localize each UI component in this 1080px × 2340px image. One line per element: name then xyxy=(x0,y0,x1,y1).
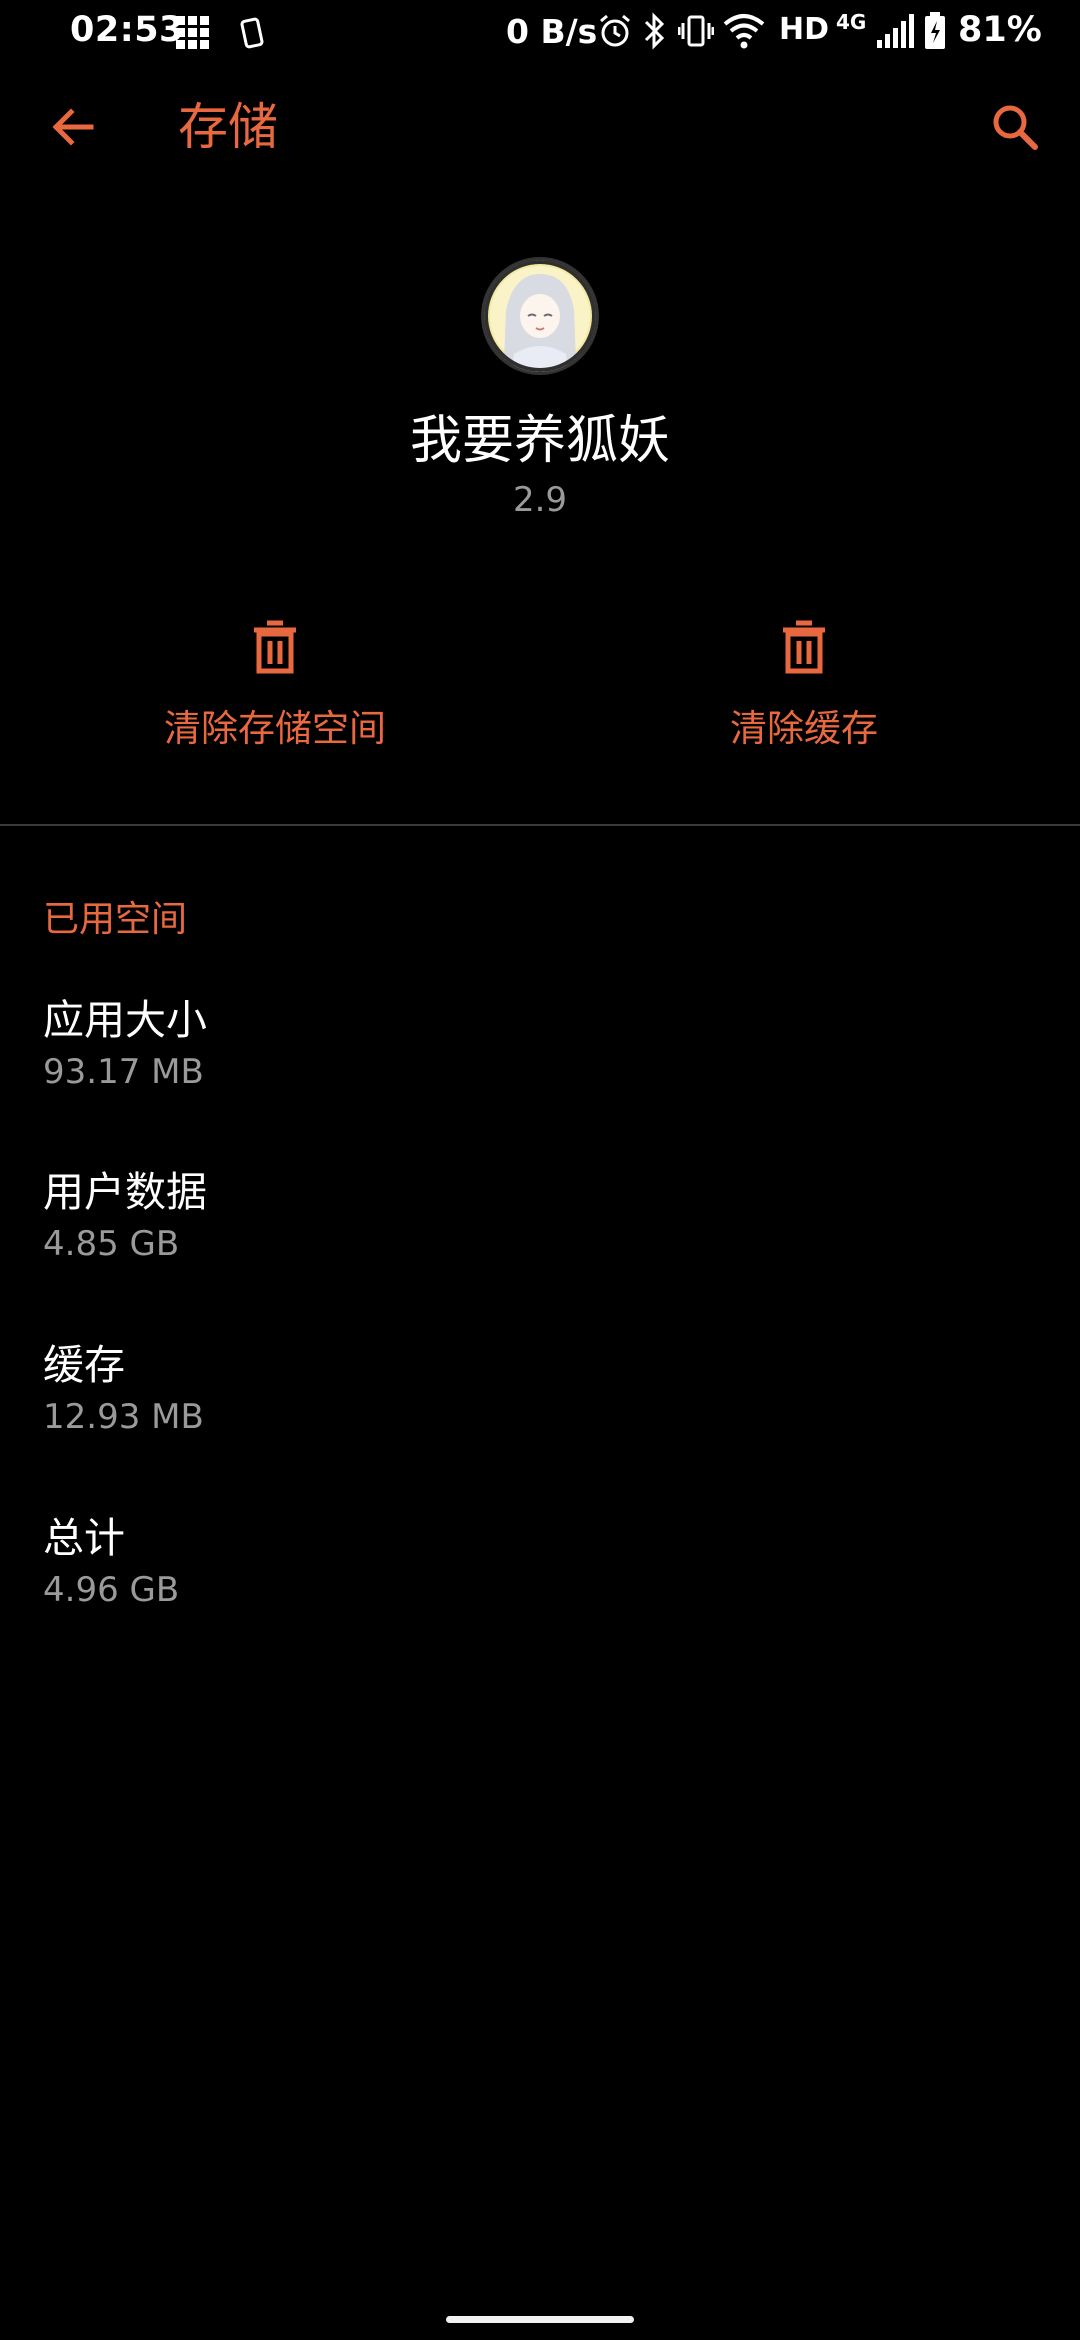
phone-rotate-icon xyxy=(240,17,264,49)
arrow-back-icon xyxy=(52,108,94,146)
divider xyxy=(0,824,1080,826)
cache-row[interactable]: 缓存 12.93 MB xyxy=(43,1339,1043,1439)
page-title: 存储 xyxy=(178,98,278,156)
row-value: 4.85 GB xyxy=(43,1224,180,1264)
toolbar: 存储 xyxy=(0,66,1080,196)
trash-icon xyxy=(783,620,825,674)
trash-icon xyxy=(254,620,296,674)
battery-percent: 81% xyxy=(958,10,1042,50)
clear-storage-button[interactable]: 清除存储空间 xyxy=(95,620,455,760)
search-icon xyxy=(993,105,1038,150)
battery-icon xyxy=(925,12,945,49)
app-name: 我要养狐妖 xyxy=(409,411,670,471)
clear-cache-label: 清除缓存 xyxy=(730,707,878,750)
network-speed: 0 B/s xyxy=(506,12,598,51)
app-icon xyxy=(484,260,596,372)
app-version: 2.9 xyxy=(512,480,568,520)
clear-storage-label: 清除存储空间 xyxy=(164,707,386,750)
row-title: 总计 xyxy=(43,1514,125,1562)
vibrate-icon xyxy=(678,15,714,47)
wifi-icon xyxy=(723,14,765,49)
status-time: 02:53 xyxy=(70,10,184,50)
home-indicator[interactable] xyxy=(446,2316,634,2323)
app-grid-icon xyxy=(176,16,209,49)
app-size-row[interactable]: 应用大小 93.17 MB xyxy=(43,994,1043,1094)
storage-screen: 02:53 0 B/s HD 4G 81% 存储 我要养狐妖 2.9 清除存储空… xyxy=(0,0,1080,2340)
row-title: 缓存 xyxy=(43,1341,125,1389)
network-type: 4G xyxy=(836,10,867,34)
row-value: 4.96 GB xyxy=(43,1570,180,1610)
section-header-used-space: 已用空间 xyxy=(43,899,188,940)
search-button[interactable] xyxy=(982,94,1048,160)
bluetooth-icon xyxy=(644,12,665,50)
alarm-icon xyxy=(600,14,630,47)
signal-icon xyxy=(877,14,914,48)
total-row[interactable]: 总计 4.96 GB xyxy=(43,1512,1043,1612)
row-value: 93.17 MB xyxy=(43,1052,204,1092)
hd-label: HD xyxy=(779,12,830,47)
back-button[interactable] xyxy=(40,94,106,160)
row-value: 12.93 MB xyxy=(43,1397,204,1437)
user-data-row[interactable]: 用户数据 4.85 GB xyxy=(43,1166,1043,1266)
row-title: 应用大小 xyxy=(43,996,207,1044)
row-title: 用户数据 xyxy=(43,1168,207,1216)
status-bar: 02:53 0 B/s HD 4G 81% xyxy=(0,0,1080,66)
clear-cache-button[interactable]: 清除缓存 xyxy=(624,620,984,760)
